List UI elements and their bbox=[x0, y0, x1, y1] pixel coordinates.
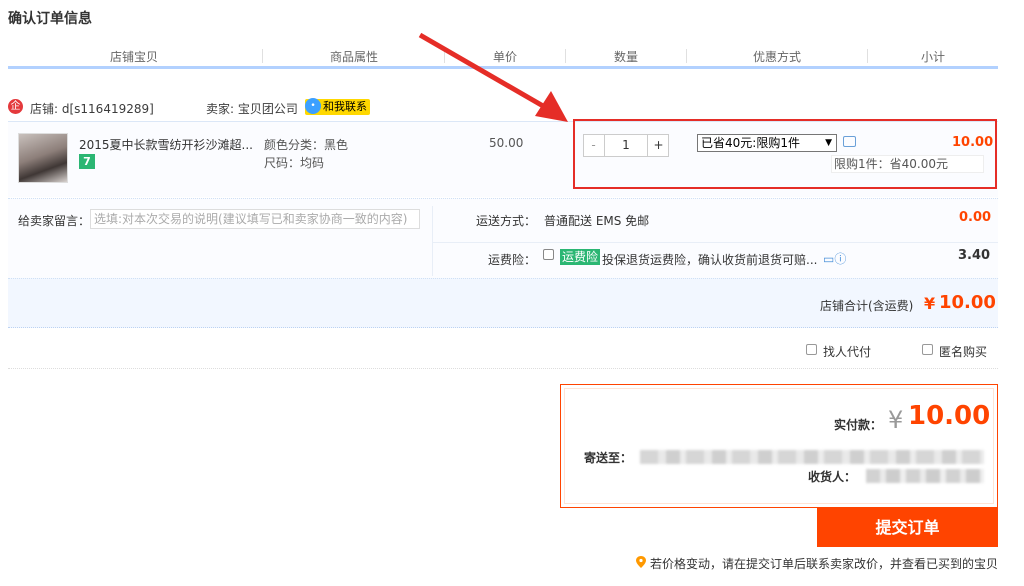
attr-size: 尺码：均码 bbox=[264, 156, 325, 170]
shop-name[interactable]: 店铺: d[s116419289] bbox=[30, 100, 154, 117]
section-divider bbox=[8, 368, 998, 369]
submit-order-button[interactable]: 提交订单 bbox=[817, 508, 998, 547]
anonymous-checkbox[interactable] bbox=[922, 344, 933, 355]
shipping-row-divider bbox=[432, 242, 998, 243]
help-icon[interactable]: ▭ⓘ bbox=[823, 250, 846, 267]
receiver-redacted bbox=[866, 469, 984, 483]
shop-icon: 企 bbox=[8, 99, 23, 114]
column-header-quantity: 数量 bbox=[613, 50, 638, 64]
paid-amount-currency: ¥ bbox=[888, 406, 904, 434]
proxy-pay-label[interactable]: 找人代付 bbox=[823, 343, 871, 360]
insurance-checkbox[interactable] bbox=[543, 249, 554, 260]
insurance-description: 投保退货运费险，确认收货前退货可赔... bbox=[602, 253, 818, 267]
shipping-fee: 0.00 bbox=[959, 210, 992, 225]
address-label: 寄送至： bbox=[584, 451, 633, 465]
shipping-method-value: 普通配送 EMS 免邮 bbox=[544, 214, 650, 228]
product-title[interactable]: 2015夏中长款雪纺开衫沙滩超... bbox=[79, 136, 254, 153]
shipping-method-label: 运送方式： bbox=[476, 214, 537, 228]
column-header-discount: 优惠方式 bbox=[752, 50, 801, 64]
column-header-shop-item: 店铺宝贝 bbox=[109, 50, 158, 64]
contact-seller-label: 和我联系 bbox=[323, 100, 367, 113]
column-header-subtotal: 小计 bbox=[920, 50, 945, 64]
attr-color: 颜色分类：黑色 bbox=[264, 138, 349, 152]
product-thumbnail[interactable] bbox=[18, 133, 68, 183]
address-redacted bbox=[640, 450, 984, 464]
chat-bubble-icon: • bbox=[305, 98, 321, 114]
shop-total-value: 10.00 bbox=[939, 292, 996, 313]
insurance-label: 运费险： bbox=[488, 253, 537, 267]
annotation-highlight-box bbox=[573, 119, 997, 189]
paid-amount-value: 10.00 bbox=[908, 401, 991, 431]
unit-price: 50.00 bbox=[489, 136, 524, 150]
contact-seller-button[interactable]: • 和我联系 bbox=[305, 98, 370, 115]
annotation-arrow-icon bbox=[418, 32, 568, 122]
paid-amount-label: 实付款： bbox=[834, 418, 883, 432]
seller-name: 卖家: 宝贝团公司 bbox=[206, 102, 298, 116]
shop-total-currency: ¥ bbox=[924, 294, 936, 313]
receiver-label: 收货人： bbox=[808, 470, 857, 484]
shipping-divider bbox=[432, 206, 433, 276]
seller-message-label: 给卖家留言： bbox=[18, 214, 91, 228]
anonymous-label[interactable]: 匿名购买 bbox=[939, 343, 987, 360]
seller-message-input[interactable]: 选填:对本次交易的说明(建议填写已和卖家协商一致的内容) bbox=[90, 209, 420, 229]
price-change-note: 若价格变动，请在提交订单后联系卖家改价，并查看已买到的宝贝 bbox=[650, 557, 999, 571]
proxy-pay-checkbox[interactable] bbox=[806, 344, 817, 355]
page-title: 确认订单信息 bbox=[8, 11, 92, 27]
seven-day-return-badge: 7 bbox=[79, 154, 95, 169]
column-separator bbox=[262, 49, 263, 63]
shop-total-label: 店铺合计(含运费) bbox=[820, 299, 914, 313]
insurance-fee: 3.40 bbox=[958, 248, 991, 263]
location-pin-icon bbox=[636, 556, 646, 568]
insurance-tag: 运费险 bbox=[560, 249, 601, 265]
